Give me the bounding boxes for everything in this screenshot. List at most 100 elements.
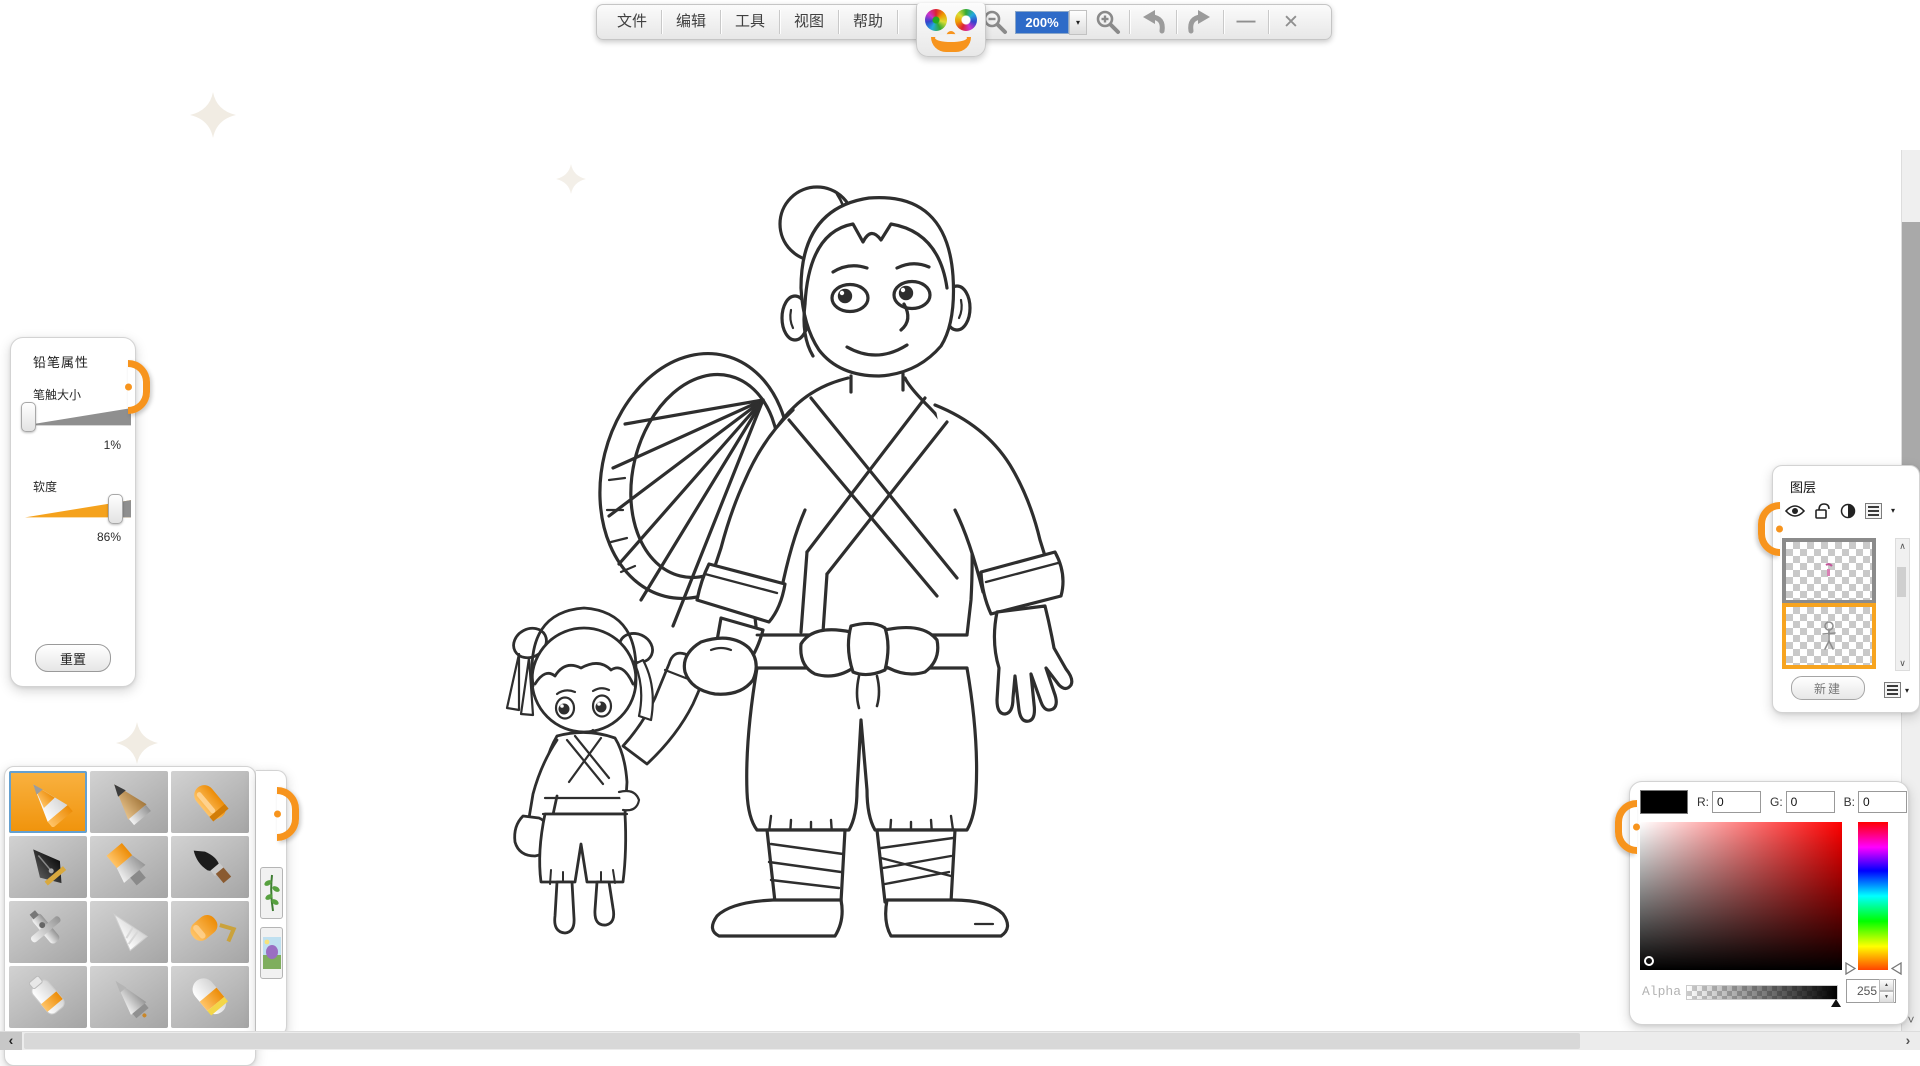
- clasped-hands: [684, 638, 756, 694]
- new-layer-button[interactable]: 新建: [1791, 676, 1865, 700]
- canvas-artwork: [505, 180, 1090, 942]
- color-field-cursor[interactable]: [1644, 956, 1654, 966]
- airbrush-icon: [16, 907, 80, 957]
- toolbar-separator: [1268, 10, 1269, 34]
- logo-left-eye-icon: [925, 9, 947, 31]
- scroll-up-icon[interactable]: ∧: [1896, 539, 1909, 553]
- hue-handle-right[interactable]: [1891, 962, 1902, 975]
- softness-value: 86%: [97, 530, 121, 544]
- red-label: R:: [1697, 795, 1709, 809]
- zoom-level-input[interactable]: [1015, 11, 1069, 34]
- scroll-left-button[interactable]: ‹: [0, 1032, 22, 1050]
- menu-file[interactable]: 文件: [605, 7, 659, 37]
- magnifier-plus-icon: [1095, 9, 1121, 35]
- current-color-swatch[interactable]: [1640, 790, 1688, 814]
- spin-up-button[interactable]: ▲: [1879, 979, 1894, 991]
- menu-view[interactable]: 视图: [782, 7, 836, 37]
- layer-options-icon[interactable]: [1884, 682, 1901, 698]
- brush-cell-pen-nib[interactable]: [9, 836, 87, 898]
- crayon-icon: [178, 777, 242, 827]
- menu-help[interactable]: 帮助: [841, 7, 895, 37]
- zoom-level-control: ▾: [1015, 10, 1087, 35]
- brush-cell-paint-roller[interactable]: [171, 901, 249, 963]
- alpha-value-input[interactable]: [1847, 984, 1877, 998]
- brush-cell-paper-stump[interactable]: [90, 901, 168, 963]
- layers-title: 图层: [1790, 477, 1816, 496]
- brush-cell-ink-brush[interactable]: [171, 836, 249, 898]
- brush-cell-eraser[interactable]: [171, 966, 249, 1028]
- tab-nature-brushes[interactable]: [260, 867, 283, 919]
- hue-slider[interactable]: [1858, 822, 1888, 970]
- horizontal-scrollbar[interactable]: ‹ ›: [0, 1031, 1920, 1050]
- paper-stump-icon: [97, 907, 161, 957]
- green-label: G:: [1770, 795, 1783, 809]
- undo-button[interactable]: [1132, 7, 1174, 37]
- alpha-label: Alpha: [1642, 984, 1681, 999]
- layer-thumbnail-figure: [1819, 620, 1839, 652]
- scroll-right-button[interactable]: ›: [1898, 1032, 1918, 1050]
- brush-size-value: 1%: [104, 438, 121, 452]
- alpha-spinner: ▲ ▼: [1846, 979, 1896, 1003]
- wood-pencil-icon: [97, 777, 161, 827]
- toolbar-separator: [779, 10, 780, 34]
- menu-tools[interactable]: 工具: [723, 7, 777, 37]
- minimize-button[interactable]: —: [1226, 11, 1266, 33]
- alpha-slider[interactable]: [1686, 985, 1838, 1000]
- brush-cell-paint-tube[interactable]: [9, 966, 87, 1028]
- flat-brush-icon: [97, 842, 161, 892]
- spin-down-button[interactable]: ▼: [1879, 991, 1894, 1003]
- brush-cell-flat-brush[interactable]: [90, 836, 168, 898]
- undo-icon: [1139, 9, 1167, 35]
- reset-button[interactable]: 重置: [35, 644, 111, 672]
- zoom-dropdown-button[interactable]: ▾: [1069, 10, 1087, 35]
- palette-tab-strip: [256, 770, 287, 1036]
- toolbar-separator: [838, 10, 839, 34]
- opacity-icon[interactable]: [1840, 503, 1856, 519]
- toolbar-separator: [1176, 10, 1177, 34]
- layer-row-top[interactable]: [1782, 538, 1876, 604]
- softness-label: 软度: [33, 478, 57, 495]
- layer-list-scrollbar[interactable]: ∧ ∨: [1895, 538, 1910, 671]
- paint-roller-icon: [178, 907, 242, 957]
- green-input[interactable]: [1786, 791, 1835, 813]
- chevron-down-icon[interactable]: ▾: [1905, 686, 1909, 695]
- panel-title: 铅笔属性: [33, 352, 89, 371]
- brush-palette: [4, 766, 256, 1066]
- layers-panel: 图层 ▾ ∧ ∨ 新建 ▾: [1772, 465, 1920, 713]
- brush-cell-crayon[interactable]: [171, 771, 249, 833]
- brush-cell-round-brush[interactable]: [90, 966, 168, 1028]
- blue-input[interactable]: [1858, 791, 1907, 813]
- saturation-value-field[interactable]: [1640, 822, 1842, 970]
- eraser-icon: [178, 972, 242, 1022]
- paint-tube-icon: [16, 972, 80, 1022]
- app-logo-button[interactable]: [916, 3, 986, 57]
- layer-row-bottom[interactable]: [1782, 603, 1876, 669]
- brush-cell-wood-pencil[interactable]: [90, 771, 168, 833]
- pencil-icon: [16, 777, 80, 827]
- layer-scroll-thumb[interactable]: [1897, 567, 1906, 597]
- close-button[interactable]: ✕: [1271, 11, 1311, 34]
- chevron-down-icon[interactable]: ▾: [1891, 506, 1895, 515]
- brush-cell-airbrush[interactable]: [9, 901, 87, 963]
- slider-track: [25, 404, 131, 430]
- softness-slider-handle[interactable]: [108, 494, 123, 524]
- eye-icon[interactable]: [1785, 504, 1805, 518]
- unlock-icon[interactable]: [1814, 502, 1831, 519]
- zoom-in-button[interactable]: [1089, 7, 1127, 37]
- hue-handle-left[interactable]: [1845, 962, 1856, 975]
- chevron-down-icon: ▾: [1076, 18, 1080, 27]
- alpha-slider-handle[interactable]: [1831, 999, 1841, 1007]
- scroll-down-icon[interactable]: ∨: [1896, 656, 1909, 670]
- brush-cell-pencil[interactable]: [9, 771, 87, 833]
- horizontal-scroll-thumb[interactable]: [24, 1033, 1580, 1049]
- pen-nib-icon: [16, 842, 80, 892]
- picture-icon: [263, 933, 281, 973]
- brush-size-slider[interactable]: [25, 404, 131, 430]
- menu-edit[interactable]: 编辑: [664, 7, 718, 37]
- ink-brush-icon: [178, 842, 242, 892]
- layer-thumbnail-mark: [1823, 563, 1835, 579]
- tab-stamp-pictures[interactable]: [260, 927, 283, 979]
- red-input[interactable]: [1712, 791, 1761, 813]
- redo-button[interactable]: [1179, 7, 1221, 37]
- brush-size-slider-handle[interactable]: [21, 402, 36, 432]
